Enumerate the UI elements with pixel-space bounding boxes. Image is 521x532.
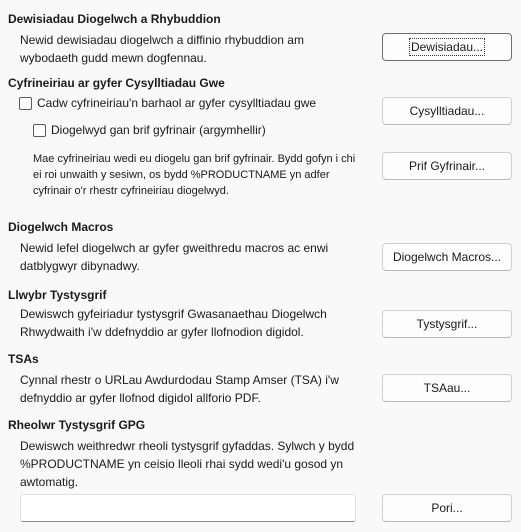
master-password-button-label: Prif Gyfrinair... — [408, 159, 485, 173]
master-password-note: Mae cyfrineiriau wedi eu diogelu gan bri… — [33, 153, 356, 197]
browse-button[interactable]: Pori... — [382, 494, 512, 522]
browse-button-label: Pori... — [431, 501, 463, 515]
macro-security-button-label: Diogelwch Macros... — [392, 250, 502, 264]
tsas-heading: TSAs — [8, 352, 39, 366]
master-password-checkbox-label[interactable]: Diogelwyd gan brif gyfrinair (argymhelli… — [51, 121, 266, 139]
gpg-description: Dewiswch weithredwr rheoli tystysgrif gy… — [20, 439, 355, 489]
persist-passwords-checkbox[interactable] — [19, 97, 32, 110]
tsas-button-label: TSAau... — [423, 381, 471, 395]
tsas-description: Cynnal rhestr o URLau Awdurdodau Stamp A… — [20, 373, 339, 405]
security-warnings-heading: Dewisiadau Diogelwch a Rhybuddion — [8, 12, 221, 26]
security-warnings-description: Newid dewisiadau diogelwch a diffinio rh… — [20, 33, 304, 65]
cert-path-description: Dewiswch gyfeiriadur tystysgrif Gwasanae… — [20, 307, 327, 339]
macro-security-heading: Diogelwch Macros — [8, 220, 114, 234]
gpg-path-input[interactable] — [20, 494, 356, 522]
gpg-heading: Rheolwr Tystysgrif GPG — [8, 418, 146, 432]
certificate-button-label: Tystysgrif... — [416, 317, 478, 331]
persist-passwords-label[interactable]: Cadw cyfrineiriau'n barhaol ar gyfer cys… — [37, 94, 316, 112]
certificate-button[interactable]: Tystysgrif... — [382, 310, 512, 338]
macro-security-button[interactable]: Diogelwch Macros... — [382, 243, 512, 271]
connections-button-label: Cysylltiadau... — [409, 104, 485, 118]
connections-button[interactable]: Cysylltiadau... — [382, 97, 512, 125]
tsas-button[interactable]: TSAau... — [382, 374, 512, 402]
cert-path-heading: Llwybr Tystysgrif — [8, 288, 107, 302]
master-password-checkbox[interactable] — [33, 124, 46, 137]
master-password-button[interactable]: Prif Gyfrinair... — [382, 152, 512, 180]
macro-security-description: Newid lefel diogelwch ar gyfer gweithred… — [20, 241, 329, 273]
options-button-label: Dewisiadau... — [408, 38, 486, 56]
options-button[interactable]: Dewisiadau... — [382, 33, 512, 61]
web-passwords-heading: Cyfrineiriau ar gyfer Cysylltiadau Gwe — [8, 76, 225, 90]
